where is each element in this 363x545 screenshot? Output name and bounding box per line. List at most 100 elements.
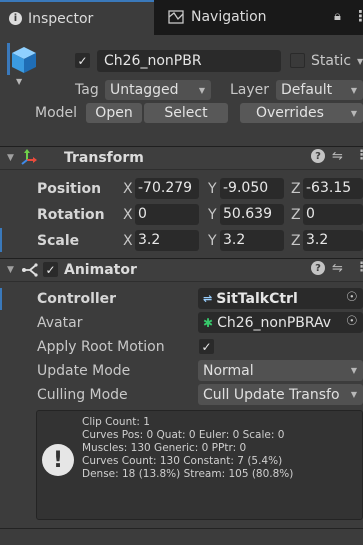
select-button-label: Select <box>164 105 208 121</box>
controller-label: Controller <box>37 291 117 307</box>
component-menu-icon[interactable]: ⋮ <box>355 260 363 275</box>
layer-dropdown[interactable]: Default ▼ <box>276 80 363 100</box>
active-checkbox[interactable]: ✓ <box>75 53 90 68</box>
name-field[interactable]: Ch26_nonPBR <box>97 50 281 72</box>
tab-navigation-label: Navigation <box>191 8 267 25</box>
info-line: Muscles: 130 Generic: 0 PPtr: 0 <box>82 442 247 454</box>
rotation-z-value: 0 <box>306 206 315 222</box>
position-y-field[interactable]: -9.050 <box>220 178 284 199</box>
tab-navigation[interactable]: Navigation <box>168 0 267 33</box>
scale-z-field[interactable]: 3.2 <box>303 230 363 251</box>
rotation-y-field[interactable]: 50.639 <box>220 204 284 225</box>
foldout-arrow-icon[interactable]: ▼ <box>7 153 14 163</box>
scale-y-field[interactable]: 3.2 <box>220 230 284 251</box>
component-menu-icon[interactable]: ⋮ <box>355 148 363 163</box>
select-button[interactable]: Select <box>144 103 228 123</box>
model-label: Model <box>35 105 78 121</box>
rotation-x-label[interactable]: X <box>123 207 133 223</box>
tab-bar: i Inspector Navigation 🔒︎ ⋮ <box>0 0 363 35</box>
foldout-arrow-icon[interactable]: ▼ <box>7 265 14 275</box>
presets-icon[interactable]: ⇋ <box>332 149 343 164</box>
scale-x-label[interactable]: X <box>123 233 133 249</box>
info-line: Curves Count: 130 Constant: 7 (5.4%) <box>82 455 283 467</box>
rotation-x-value: 0 <box>138 206 147 222</box>
object-picker-icon[interactable]: ☉ <box>346 290 358 305</box>
rotation-y-label[interactable]: Y <box>208 207 217 223</box>
apply-root-motion-label: Apply Root Motion <box>37 339 165 355</box>
chevron-down-icon: ▼ <box>350 85 357 95</box>
navigation-icon <box>168 9 184 24</box>
transform-header[interactable] <box>0 146 363 170</box>
position-x-label[interactable]: X <box>123 181 133 197</box>
info-warning-icon: ! <box>42 444 74 476</box>
avatar-label: Avatar <box>37 315 83 331</box>
avatar-icon: ✱ <box>203 315 214 330</box>
culling-mode-label: Culling Mode <box>37 387 128 403</box>
tag-label: Tag <box>75 82 99 98</box>
scale-y-value: 3.2 <box>223 232 246 248</box>
controller-value: SitTalkCtrl <box>216 290 298 307</box>
animator-title: Animator <box>64 262 137 278</box>
position-z-label[interactable]: Z <box>291 181 301 197</box>
rotation-y-value: 50.639 <box>223 206 272 222</box>
controller-modified-indicator <box>0 288 2 310</box>
position-z-field[interactable]: -63.15 <box>303 178 363 199</box>
animator-info-text: Clip Count: 1 Curves Pos: 0 Quat: 0 Eule… <box>82 416 293 481</box>
info-icon: i <box>9 12 22 25</box>
chevron-down-icon: ▼ <box>198 85 205 95</box>
update-mode-label: Update Mode <box>37 363 131 379</box>
overrides-dropdown[interactable]: Overrides ▼ <box>240 103 363 123</box>
open-button[interactable]: Open <box>86 103 142 123</box>
tag-value: Untagged <box>110 82 179 98</box>
static-label: Static <box>311 53 352 69</box>
rotation-z-field[interactable]: 0 <box>303 204 363 225</box>
static-checkbox[interactable] <box>290 53 305 68</box>
controller-field[interactable]: ⇌ SitTalkCtrl <box>198 288 363 309</box>
kebab-menu-icon[interactable]: ⋮ <box>353 7 363 25</box>
position-z-value: -63.15 <box>306 180 352 196</box>
animator-icon <box>22 263 38 277</box>
selection-indicator <box>7 43 10 75</box>
position-x-field[interactable]: -70.279 <box>135 178 199 199</box>
icon-dropdown-caret[interactable]: ▼ <box>16 77 22 86</box>
tag-dropdown[interactable]: Untagged ▼ <box>105 80 211 100</box>
rotation-x-field[interactable]: 0 <box>135 204 199 225</box>
presets-icon[interactable]: ⇋ <box>332 261 343 276</box>
tab-inspector[interactable]: i Inspector <box>0 0 154 35</box>
transform-title: Transform <box>64 150 144 166</box>
culling-mode-dropdown[interactable]: Cull Update Transfo ▼ <box>198 384 363 405</box>
rotation-z-label[interactable]: Z <box>291 207 301 223</box>
layer-value: Default <box>281 82 333 98</box>
apply-root-motion-checkbox[interactable]: ✓ <box>199 339 214 354</box>
bottom-divider <box>0 528 363 529</box>
lock-icon[interactable]: 🔒︎ <box>334 9 341 24</box>
position-y-label[interactable]: Y <box>208 181 217 197</box>
chevron-down-icon: ▼ <box>350 108 357 118</box>
info-line: Clip Count: 1 <box>82 416 150 428</box>
update-mode-dropdown[interactable]: Normal ▼ <box>198 360 363 381</box>
scale-z-label[interactable]: Z <box>291 233 301 249</box>
culling-mode-value: Cull Update Transfo <box>203 386 340 403</box>
scale-x-value: 3.2 <box>138 232 161 248</box>
scale-x-field[interactable]: 3.2 <box>135 230 199 251</box>
position-x-value: -70.279 <box>138 180 193 196</box>
object-picker-icon[interactable]: ☉ <box>346 314 358 329</box>
tab-inspector-label: Inspector <box>28 10 94 27</box>
avatar-field[interactable]: ✱ Ch26_nonPBRAv <box>198 312 363 333</box>
scale-y-label[interactable]: Y <box>208 233 217 249</box>
static-dropdown-icon[interactable]: ▼ <box>357 57 363 66</box>
position-y-value: -9.050 <box>223 180 269 196</box>
avatar-value: Ch26_nonPBRAv <box>217 314 332 331</box>
info-line: Curves Pos: 0 Quat: 0 Euler: 0 Scale: 0 <box>82 429 285 441</box>
help-icon[interactable]: ? <box>311 261 325 275</box>
animator-enabled-checkbox[interactable]: ✓ <box>43 262 58 277</box>
gameobject-cube-icon <box>12 47 36 73</box>
help-icon[interactable]: ? <box>311 149 325 163</box>
layer-label: Layer <box>230 82 270 98</box>
update-mode-value: Normal <box>203 362 254 379</box>
chevron-down-icon: ▼ <box>350 390 357 399</box>
scale-label: Scale <box>37 233 80 249</box>
info-line: Dense: 18 (13.8%) Stream: 105 (80.8%) <box>82 468 294 480</box>
transform-icon <box>21 149 37 165</box>
animator-controller-icon: ⇌ <box>203 292 213 305</box>
